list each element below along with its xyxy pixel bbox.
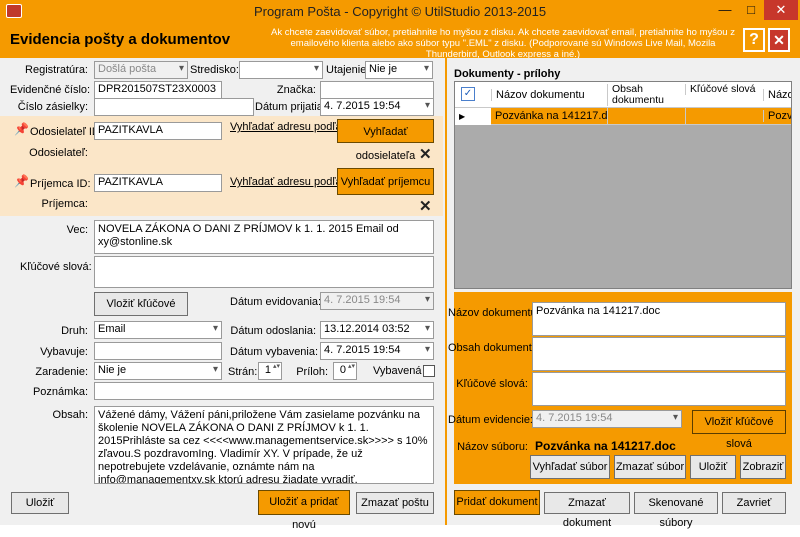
zmazat-dokument-button[interactable]: Zmazať dokument	[544, 492, 630, 529]
vyhladat-subor-button[interactable]: Vyhľadať súbor	[530, 455, 610, 479]
pridat-dokument-button[interactable]: Pridať dokument	[454, 490, 540, 515]
utajenie-label: Utajenie:	[326, 64, 370, 76]
evidencne-cislo-field[interactable]: DPR201507ST23X0003	[94, 81, 222, 99]
pin-icon: 📌	[14, 174, 29, 188]
vyhladat-prijemcu-button[interactable]: Vyhľadať príjemcu	[337, 168, 434, 195]
col-header-nazov[interactable]: Názov dokumentu	[491, 89, 606, 101]
pin-icon: 📌	[14, 122, 29, 136]
evidencne-cislo-label: Evidenčné číslo:	[10, 84, 91, 96]
vlozit-klucove-slova-doc-button[interactable]: Vložiť kľúčové slová	[692, 410, 786, 450]
window-titlebar: Program Pošta - Copyright © UtilStudio 2…	[0, 0, 800, 24]
nazov-dokumentu-label: Názov dokumentu:	[448, 307, 540, 319]
row-selector-icon: ▶	[455, 108, 491, 125]
cislo-zasielky-label: Číslo zásielky:	[17, 101, 88, 113]
drag-drop-note: Ak chcete zaevidovať súbor, pretiahnite …	[271, 27, 735, 60]
ulozit-subor-button[interactable]: Uložiť	[690, 455, 736, 479]
window-close-button[interactable]: ✕	[764, 0, 798, 20]
documents-title: Dokumenty - prílohy	[454, 68, 561, 80]
klucove-slova-doc-label: Kľúčové slová:	[456, 378, 528, 390]
klucove-slova-label: Kľúčové slová:	[20, 261, 92, 273]
datum-evidencie-label: Dátum evidencie:	[448, 414, 533, 426]
datum-evidencie-picker[interactable]: 4. 7.2015 19:54	[532, 410, 682, 428]
stredisko-select[interactable]	[239, 61, 323, 79]
druh-label: Druh:	[61, 325, 88, 337]
datum-vybavenia-label: Dátum vybavenia:	[230, 346, 319, 358]
maximize-button[interactable]: □	[738, 0, 764, 20]
nazov-dokumentu-field[interactable]: Pozvánka na 141217.doc	[532, 302, 786, 336]
vybavena-label: Vybavená	[373, 365, 422, 377]
zaradenie-select[interactable]: Nie je	[94, 362, 222, 380]
window-title: Program Pošta - Copyright © UtilStudio 2…	[253, 4, 547, 19]
druh-select[interactable]: Email	[94, 321, 222, 339]
minimize-button[interactable]: —	[712, 0, 738, 20]
cell-nazov2: Pozvá	[763, 110, 791, 122]
cell-obsah	[607, 108, 685, 125]
zaradenie-label: Zaradenie:	[35, 366, 88, 378]
odosielatel-label: Odosielateľ:	[29, 147, 88, 159]
prijemca-id-label: Príjemca ID:	[30, 178, 91, 190]
page-title: Evidencia pošty a dokumentov	[10, 31, 231, 48]
vec-field[interactable]: NOVELA ZÁKONA O DANI Z PRÍJMOV k 1. 1. 2…	[94, 220, 434, 254]
cell-klucove	[685, 108, 763, 125]
stredisko-label: Stredisko:	[190, 64, 239, 76]
header-bar: Evidencia pošty a dokumentov Ak chcete z…	[0, 24, 800, 60]
vybavuje-label: Vybavuje:	[40, 346, 88, 358]
vec-label: Vec:	[66, 224, 88, 236]
zavriet-button[interactable]: Zavrieť	[722, 492, 786, 514]
skenovane-subory-button[interactable]: Skenované súbory	[634, 492, 718, 529]
vybavuje-field[interactable]	[94, 342, 222, 360]
priloh-stepper[interactable]: 0	[333, 362, 357, 380]
poznamka-label: Poznámka:	[32, 386, 88, 398]
stran-stepper[interactable]: 1	[258, 362, 282, 380]
datum-evidovania-label: Dátum evidovania:	[230, 296, 322, 308]
clear-sender-icon[interactable]: ✕	[419, 145, 432, 163]
datum-odoslania-picker[interactable]: 13.12.2014 03:52	[320, 321, 434, 339]
obsah-field[interactable]: Vážené dámy, Vážení páni,priložene Vám z…	[94, 406, 434, 484]
vlozit-klucove-slova-button[interactable]: Vložiť kľúčové slová	[94, 292, 188, 332]
help-button[interactable]: ?	[743, 28, 765, 52]
zobrazit-button[interactable]: Zobraziť	[740, 455, 786, 479]
prijemca-label: Príjemca:	[41, 198, 88, 210]
select-all-checkbox[interactable]: ✓	[461, 87, 475, 101]
col-header-obsah[interactable]: Obsah dokumentu	[607, 84, 685, 106]
obsah-dokumentu-label: Obsah dokumentu:	[448, 342, 541, 354]
documents-grid[interactable]: ✓ Názov dokumentu Obsah dokumentu Kľúčov…	[454, 81, 792, 289]
obsah-label: Obsah:	[52, 409, 88, 421]
priloh-label: Príloh:	[296, 366, 328, 378]
ulozit-pridat-button[interactable]: Uložiť a pridať novú	[258, 490, 350, 531]
odosielatel-id-label: Odosielateľ ID:	[30, 126, 103, 138]
datum-vybavenia-picker[interactable]: 4. 7.2015 19:54	[320, 342, 434, 360]
table-row[interactable]: ▶ Pozvánka na 141217.doc Pozvá	[455, 108, 791, 125]
znacka-field[interactable]	[320, 81, 434, 99]
datum-prijatia-picker[interactable]: 4. 7.2015 19:54	[320, 98, 434, 116]
datum-odoslania-label: Dátum odoslania:	[230, 325, 316, 337]
obsah-dokumentu-field[interactable]	[532, 337, 786, 371]
header-close-button[interactable]: ✕	[768, 28, 790, 52]
datum-evidovania-picker[interactable]: 4. 7.2015 19:54	[320, 292, 434, 310]
znacka-label: Značka:	[276, 84, 316, 96]
stran-label: Strán:	[228, 366, 258, 378]
vyhladat-odosielatela-button[interactable]: Vyhľadať odosielateľa	[337, 119, 434, 162]
zmazat-postu-button[interactable]: Zmazať poštu	[356, 492, 434, 514]
odosielatel-id-field[interactable]: PAZITKAVLA	[94, 122, 222, 140]
clear-recipient-icon[interactable]: ✕	[419, 197, 432, 215]
col-header-nazov2[interactable]: Názov	[763, 89, 791, 101]
poznamka-field[interactable]	[94, 382, 434, 400]
col-header-klucove[interactable]: Kľúčové slová	[685, 84, 763, 95]
vybavena-checkbox[interactable]	[423, 365, 435, 377]
klucove-slova-field[interactable]	[94, 256, 434, 288]
zmazat-subor-button[interactable]: Zmazať súbor	[614, 455, 686, 479]
prijemca-id-field[interactable]: PAZITKAVLA	[94, 174, 222, 192]
registratura-label: Registratúra:	[25, 64, 88, 76]
cislo-zasielky-field[interactable]	[94, 98, 254, 116]
nazov-suboru-label: Názov súboru:	[457, 441, 528, 453]
ulozit-button[interactable]: Uložiť	[11, 492, 69, 514]
registratura-select[interactable]: Došlá pošta	[94, 61, 188, 79]
nazov-suboru-value: Pozvánka na 141217.doc	[535, 439, 676, 453]
cell-nazov: Pozvánka na 141217.doc	[495, 110, 607, 122]
klucove-slova-doc-field[interactable]	[532, 372, 786, 406]
datum-prijatia-label: Dátum prijatia:	[255, 101, 326, 113]
utajenie-select[interactable]: Nie je	[365, 61, 433, 79]
